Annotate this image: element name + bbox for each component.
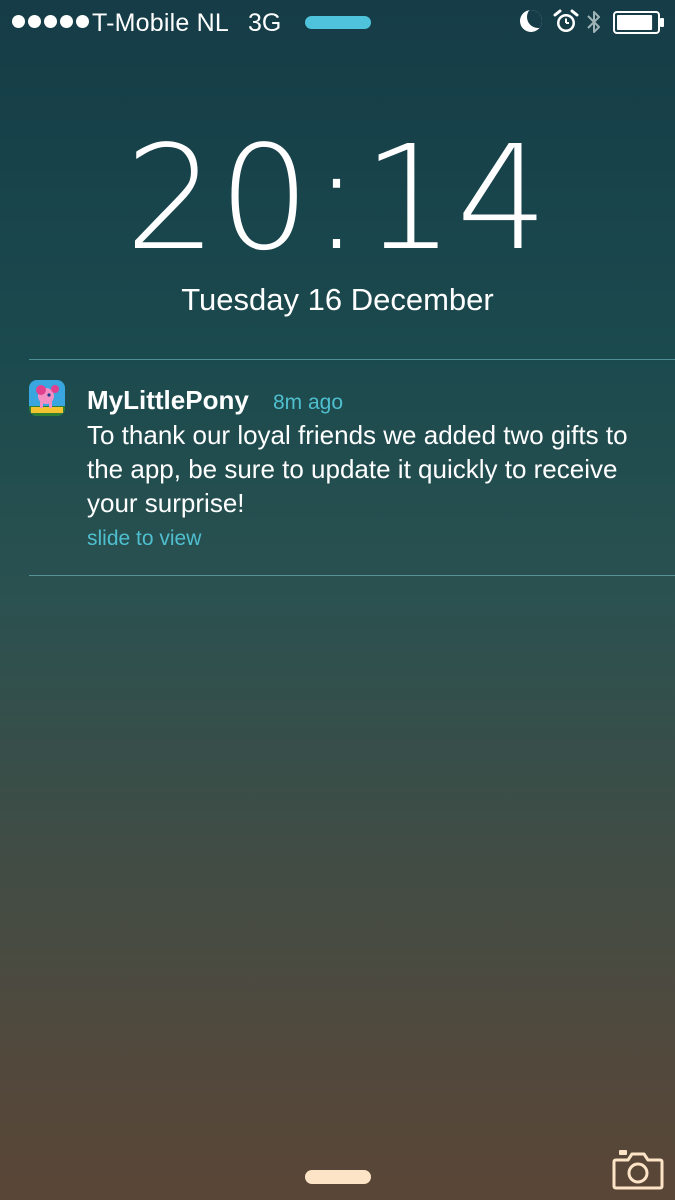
slide-to-view-hint[interactable]: slide to view bbox=[87, 525, 201, 553]
battery-icon bbox=[613, 11, 664, 34]
signal-dot bbox=[12, 15, 25, 28]
app-icon bbox=[29, 380, 65, 416]
lock-screen-clock: 20:14 bbox=[125, 114, 550, 282]
notification-timestamp: 8m ago bbox=[273, 391, 344, 414]
home-indicator[interactable] bbox=[305, 1170, 371, 1184]
network-activity-indicator bbox=[305, 16, 371, 29]
signal-dot bbox=[28, 15, 41, 28]
notification-divider-top bbox=[29, 359, 675, 360]
notification-app-name: MyLittlePony bbox=[87, 385, 249, 415]
notification-divider-bottom bbox=[29, 575, 675, 576]
network-type: 3G bbox=[248, 9, 282, 37]
carrier-name: T-Mobile NL bbox=[92, 9, 229, 37]
notification-message[interactable]: To thank our loyal friends we added two … bbox=[87, 418, 647, 520]
signal-dot bbox=[60, 15, 73, 28]
moon-icon bbox=[520, 10, 542, 32]
lock-screen-date: Tuesday 16 December bbox=[181, 282, 494, 317]
signal-dot bbox=[44, 15, 57, 28]
signal-strength-icon bbox=[12, 15, 89, 28]
camera-icon[interactable] bbox=[612, 1148, 664, 1190]
signal-dot bbox=[76, 15, 89, 28]
bluetooth-icon bbox=[587, 11, 600, 33]
status-bar: T-Mobile NL 3G bbox=[0, 0, 675, 44]
alarm-clock-icon bbox=[553, 9, 579, 32]
